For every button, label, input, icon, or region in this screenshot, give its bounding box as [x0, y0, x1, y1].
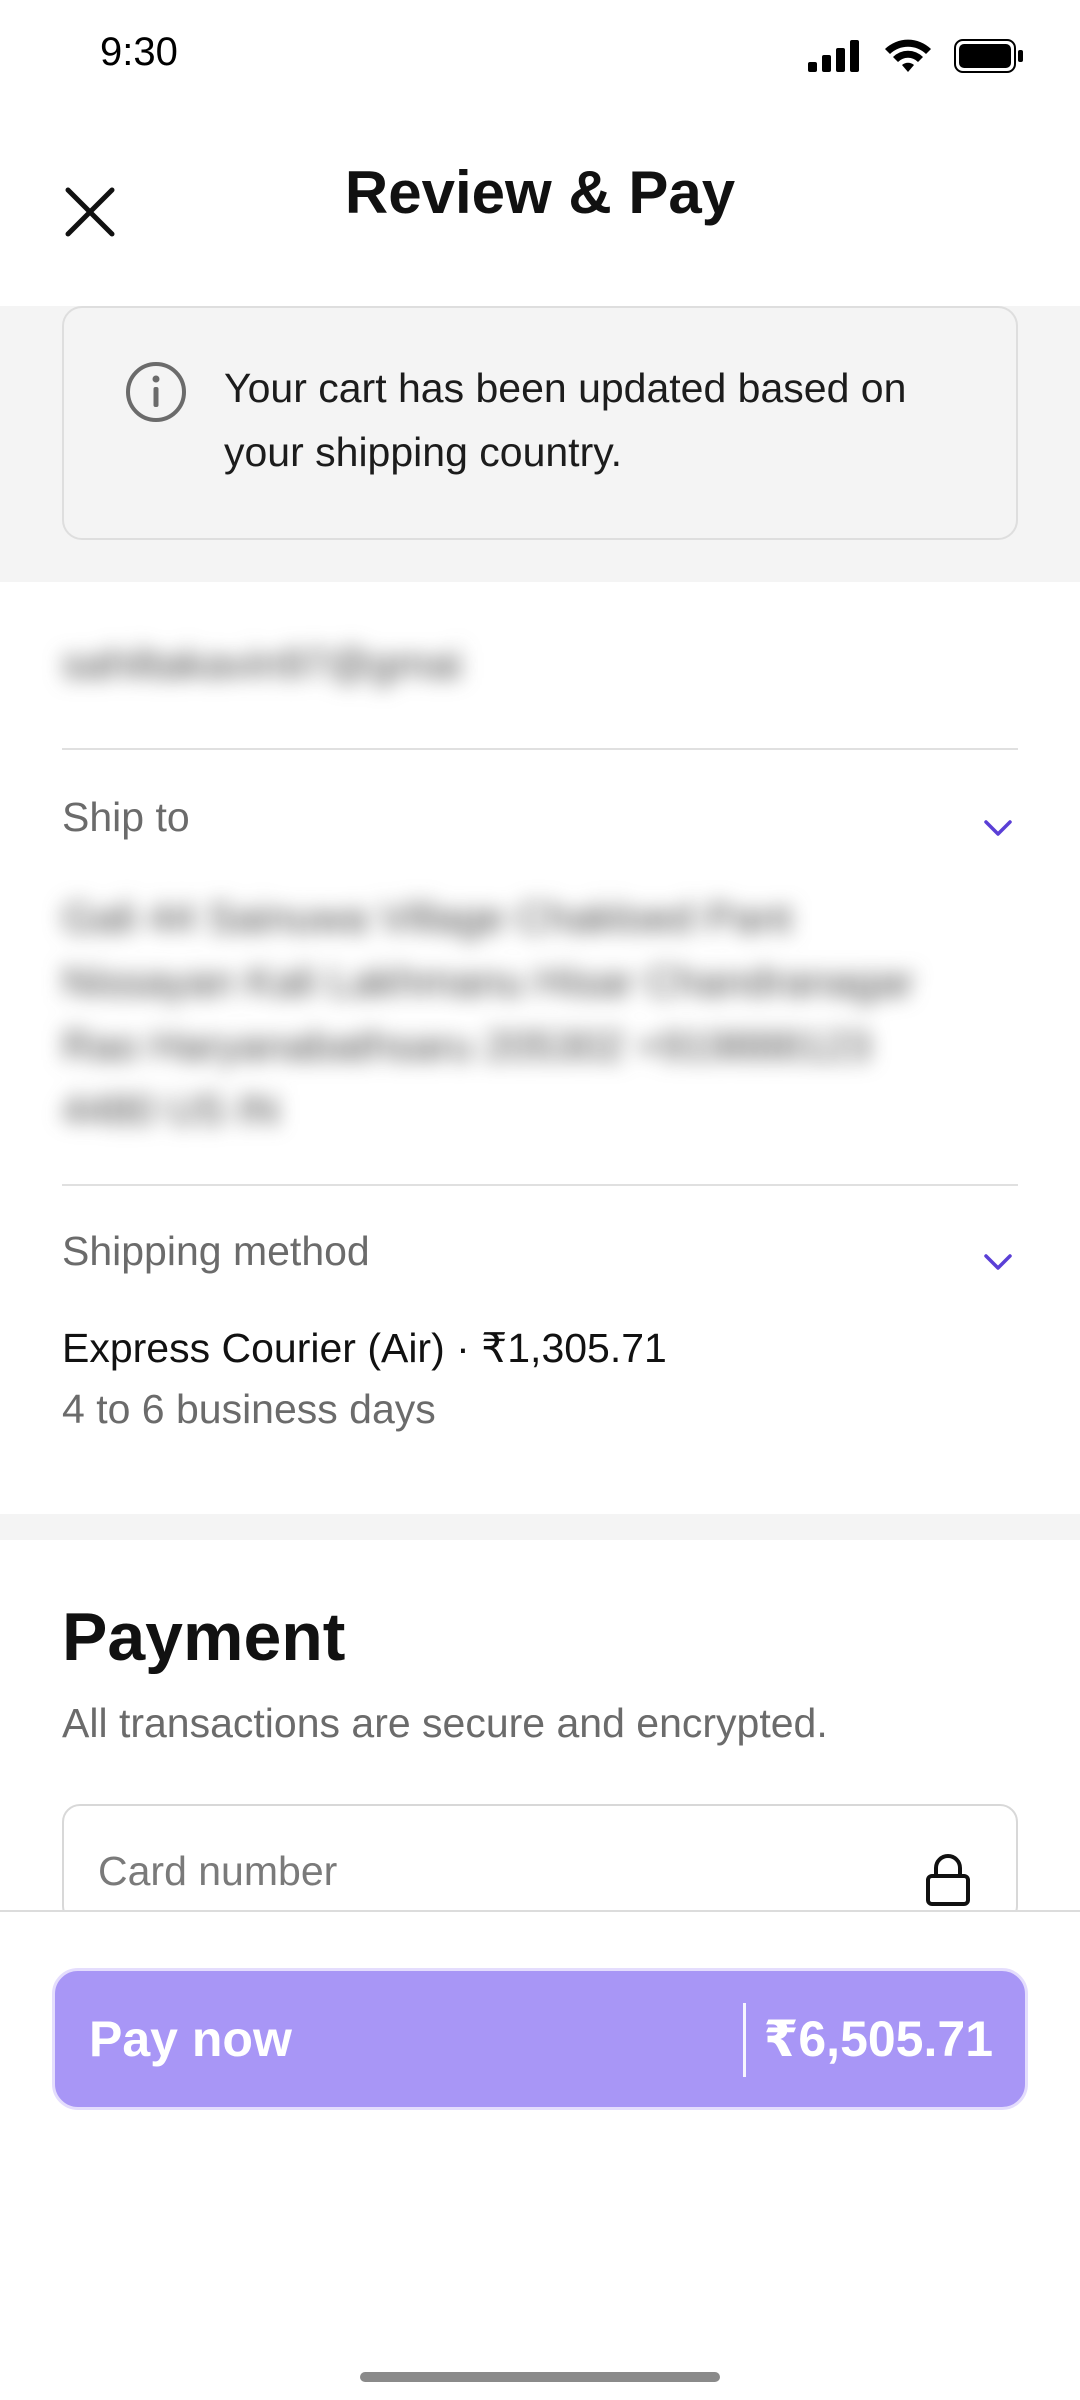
- chevron-down-icon: [984, 820, 1012, 836]
- payment-section: Payment All transactions are secure and …: [62, 1540, 1018, 1924]
- home-indicator[interactable]: [360, 2372, 720, 2382]
- checkout-footer: Pay now ₹6,505.71: [0, 1910, 1080, 2400]
- info-icon: [126, 362, 186, 422]
- notice-text: Your cart has been updated based on your…: [224, 365, 907, 475]
- ship-to-label: Ship to: [62, 794, 190, 840]
- contact-email-row[interactable]: sahiltakavin97@gmai: [62, 582, 1018, 750]
- ship-to-expand[interactable]: [978, 808, 1018, 848]
- card-number-field[interactable]: [62, 1804, 1018, 1924]
- battery-icon: [954, 39, 1023, 73]
- cart-update-notice: Your cart has been updated based on your…: [62, 306, 1018, 540]
- status-icons: [808, 36, 1024, 76]
- ship-to-section[interactable]: Ship to Gali 44 Sainuwa Village Chakloed…: [62, 752, 1018, 1186]
- pay-total-amount: ₹6,505.71: [763, 2011, 993, 2067]
- chevron-down-icon: [984, 1254, 1012, 1270]
- shipping-method-expand[interactable]: [978, 1242, 1018, 1282]
- section-divider: [0, 1514, 1080, 1540]
- shipping-method-name: Express Courier (Air) · ₹1,305.71: [62, 1325, 667, 1371]
- page-title: Review & Pay: [344, 159, 736, 226]
- shipping-method-days: 4 to 6 business days: [62, 1386, 436, 1432]
- notice-band: Your cart has been updated based on your…: [0, 306, 1080, 582]
- payment-subtitle: All transactions are secure and encrypte…: [62, 1700, 828, 1746]
- pay-now-button[interactable]: Pay now ₹6,505.71: [52, 1968, 1028, 2110]
- signal-icon: [808, 40, 859, 72]
- status-bar: 9:30: [0, 0, 1080, 110]
- pay-button-divider: [743, 2003, 746, 2077]
- pay-now-label: Pay now: [89, 2011, 292, 2067]
- payment-title: Payment: [62, 1599, 346, 1675]
- contact-email: sahiltakavin97@gmai: [62, 640, 462, 687]
- card-number-input[interactable]: [98, 1848, 898, 1895]
- status-time: 9:30: [100, 30, 178, 74]
- lock-icon: [926, 1854, 970, 1906]
- shipping-method-label: Shipping method: [62, 1228, 370, 1274]
- header: Review & Pay: [0, 110, 1080, 306]
- shipping-address: Gali 44 Sainuwa Village Chakloed Pant Ni…: [62, 894, 915, 1133]
- shipping-method-section[interactable]: Shipping method Express Courier (Air) · …: [62, 1186, 1018, 1516]
- wifi-icon: [885, 39, 931, 72]
